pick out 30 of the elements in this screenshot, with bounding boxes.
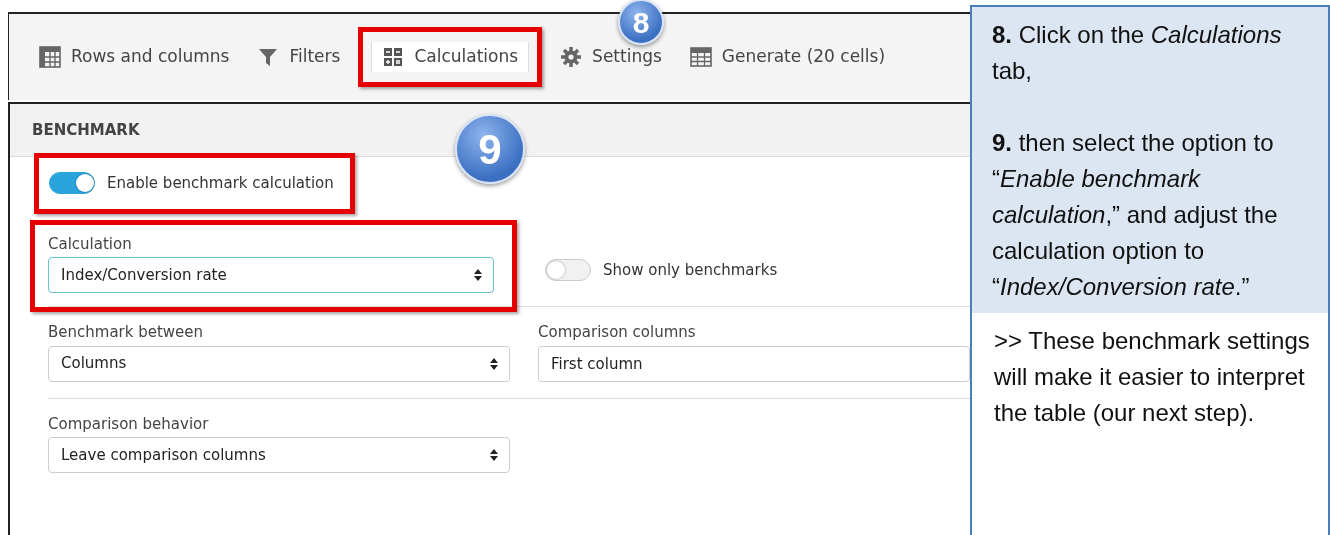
step-badge: 9 [455, 114, 525, 184]
caret-icon [489, 356, 499, 371]
tab[interactable]: Settings [550, 42, 672, 72]
tab[interactable]: Generate (20 cells) [679, 42, 896, 72]
caret-icon [473, 268, 483, 282]
field-label: Comparison behavior [48, 413, 210, 435]
table-icon [689, 46, 712, 68]
settings-icon [560, 46, 583, 68]
tab[interactable]: Filters [247, 42, 351, 72]
toggle-label: Show only benchmarks [603, 259, 778, 281]
select-field[interactable]: Leave comparison columns [48, 437, 510, 473]
toggle-label: Enable benchmark calculation [107, 173, 334, 194]
select-field[interactable]: Index/Conversion rate [48, 257, 494, 293]
tab[interactable]: Calculations [371, 42, 530, 72]
input-field[interactable]: First column [538, 345, 970, 382]
instruction-text: 9. then select the option to “Enable benchmark calculation,” and adjust the calculation option to “Index/Conversion rate.” [992, 128, 1279, 302]
grid-icon [39, 46, 61, 68]
field-label: Benchmark between [48, 322, 205, 343]
calculator-icon [382, 46, 405, 68]
toggle-switch[interactable] [49, 172, 95, 195]
instruction-text: 8. Click on the Calculations tab, [992, 20, 1283, 86]
note-text: >> These benchmark settings will make it easier to interpret the table (our next step). [994, 326, 1311, 428]
tab[interactable]: Rows and columns [29, 42, 240, 72]
section-title: BENCHMARK [32, 121, 140, 139]
field-label: Calculation [48, 233, 133, 255]
select-field[interactable]: Columns [48, 345, 510, 382]
field-label: Comparison columns [538, 322, 697, 343]
filter-icon [257, 46, 280, 68]
toggle-switch[interactable] [545, 259, 591, 281]
caret-icon [489, 448, 499, 462]
